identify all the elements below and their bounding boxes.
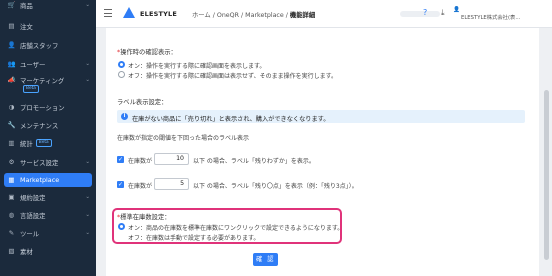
sidebar-item-label: 店舗スタッフ [20,41,59,50]
label-settings-title: ラベル表示設定： [117,99,168,106]
megaphone-icon: 📣 [7,76,16,84]
standard-stock-on-label: オン：商品の在庫数を標準在庫数にワンクリックで設定できるようになります。 [128,225,344,232]
sidebar-item-chart[interactable]: ▥ 統計 Beta [0,136,96,150]
low-stock-prefix: 在庫数が [128,158,153,165]
beta-badge: Beta [35,139,52,147]
standard-stock-off-label: オフ：在庫数は手動で設定する必要があります。 [128,235,260,242]
user-icon: 👥 [7,60,16,68]
wrench-icon: 🔧 [7,121,16,129]
soldout-info-banner: i 在庫がない商品に「売り切れ」と表示され、購入ができなくなります。 [117,110,525,123]
low-stock-checkbox[interactable]: ✓ [117,156,124,163]
tool-icon: ✎ [8,229,15,237]
sidebar-item-terms[interactable]: ▣ 規約設定 ⌄ [0,190,96,204]
sidebar-item-label: マーケティング [20,76,65,85]
sidebar-item-label: 統計 [20,139,33,148]
sidebar-item-marketplace[interactable]: ▦ Marketplace [4,173,92,187]
brand-name: ELESTYLE [140,10,178,18]
elestyle-logo-icon [123,7,135,18]
sidebar-item-cart[interactable]: 🛒 商品 ⌄ [0,0,96,12]
language-icon: ◍ [8,211,15,219]
breadcrumb: ホーム / OneQR / Marketplace / 機能詳細 [192,12,316,19]
sidebar-item-label: ユーザー [20,60,46,69]
sidebar-item-label: 素材 [20,247,33,256]
confirm-button[interactable]: 確 認 [253,253,278,266]
chevron-down-icon: ⌄ [85,230,90,236]
sidebar-item-staff[interactable]: 👤 店舗スタッフ [0,38,96,52]
promotion-icon: ◑ [8,103,15,111]
sidebar-item-label: メンテナンス [20,121,59,130]
sidebar-item-label: 注文 [20,22,33,31]
beta-badge: Beta [23,85,39,93]
chevron-down-icon: ⌄ [85,159,90,165]
sidebar-item-wrench[interactable]: 🔧 メンテナンス [0,118,96,132]
chevron-down-icon: ⌄ [85,77,90,83]
soldout-info-text: 在庫がない商品に「売り切れ」と表示され、購入ができなくなります。 [132,115,330,123]
terms-icon: ▣ [8,193,15,201]
confirm-off-radio[interactable] [118,71,125,78]
sidebar: 🛒 商品 ⌄ ▤ 注文 👤 店舗スタッフ 👥 ユーザー ⌄ 📣 マーケティング Beta ⌄ ◑ プロモーショ… [0,0,96,276]
remaining-count-checkbox[interactable]: ✓ [117,181,124,188]
breadcrumb-marketplace[interactable]: Marketplace [245,12,284,19]
sidebar-item-label: サービス設定 [20,158,59,167]
chevron-down-icon: ⌄ [85,212,90,218]
document-icon: ▤ [8,22,15,30]
threshold-title: 在庫数が指定の閾値を下回った場合のラベル表示 [117,135,250,142]
user-icon: 👤 [453,7,460,13]
menu-toggle-icon[interactable] [104,9,112,18]
chevron-down-icon: ⌄ [85,61,90,67]
sidebar-item-label: 規約設定 [20,193,46,202]
confirm-on-label: オン：操作を実行する際に確認画面を表示します。 [128,63,266,70]
blurred-store-selector[interactable] [400,11,440,17]
cart-icon: 🛒 [7,1,16,9]
remaining-count-prefix: 在庫数が [128,183,153,190]
confirm-on-radio[interactable] [118,61,125,68]
sidebar-item-label: 言語設定 [20,211,46,220]
sidebar-item-promotion[interactable]: ◑ プロモーション [0,100,96,114]
sidebar-item-megaphone[interactable]: 📣 マーケティング Beta ⌄ [0,73,96,93]
confirm-off-label: オフ：操作を実行する際に確認画面は表示せず、そのまま操作を実行します。 [128,73,337,80]
chevron-down-icon: ⌄ [85,2,90,8]
staff-icon: 👤 [7,41,16,49]
user-menu[interactable]: 👤 ELESTYLE株式会社(表... [453,7,520,21]
breadcrumb-oneqr[interactable]: OneQR [217,12,239,19]
chevron-down-icon: ⌄ [85,194,90,200]
remaining-count-suffix: 以下 の場合、ラベル「残り〇点」を表示（例：「残り3点」）。 [193,183,358,190]
scrollbar[interactable] [544,90,549,260]
material-icon: ▧ [8,247,15,255]
sidebar-item-label: 商品 [20,1,33,10]
download-icon[interactable]: ⤓ [441,8,445,18]
low-stock-threshold-input[interactable]: 10 [154,153,189,165]
low-stock-suffix: 以下 の場合、ラベル「残りわずか」を表示。 [193,158,315,165]
service-settings-icon: ⚙ [8,158,15,166]
user-name: ELESTYLE株式会社(表... [461,15,521,21]
chart-icon: ▥ [8,139,15,147]
standard-stock-title: *標準在庫数設定： [117,214,171,221]
sidebar-item-label: プロモーション [20,103,65,112]
top-header: ELESTYLE ホーム / OneQR / Marketplace / 機能詳… [96,0,552,28]
sidebar-item-service-settings[interactable]: ⚙ サービス設定 ⌄ [0,155,96,169]
confirm-display-title: *操作時の確認表示： [117,49,177,56]
help-icon[interactable]: ? [423,8,427,17]
sidebar-item-user[interactable]: 👥 ユーザー ⌄ [0,57,96,71]
info-icon: i [121,113,128,120]
sidebar-item-material[interactable]: ▧ 素材 [0,244,96,258]
standard-stock-on-radio[interactable] [118,223,125,230]
remaining-count-threshold-input[interactable]: 5 [154,178,189,190]
sidebar-item-language[interactable]: ◍ 言語設定 ⌄ [0,208,96,222]
breadcrumb-current: 機能詳細 [289,12,316,19]
sidebar-item-document[interactable]: ▤ 注文 [0,19,96,33]
sidebar-item-tool[interactable]: ✎ ツール ⌄ [0,226,96,240]
sidebar-item-label: Marketplace [20,176,60,184]
marketplace-icon: ▦ [8,176,15,184]
breadcrumb-home[interactable]: ホーム [192,12,211,19]
sidebar-item-label: ツール [20,229,40,238]
